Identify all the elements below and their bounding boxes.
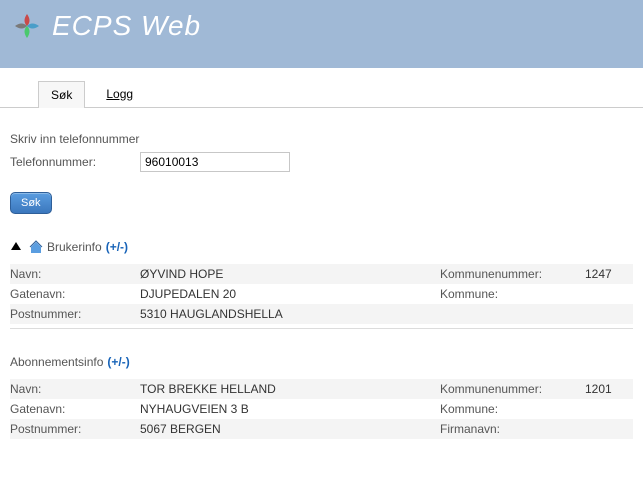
label: Postnummer: xyxy=(10,304,140,324)
label: Navn: xyxy=(10,379,140,399)
label: Firmanavn: xyxy=(440,419,585,439)
subscription-section-title: Abonnementsinfo xyxy=(10,355,103,369)
value: NYHAUGVEIEN 3 B xyxy=(140,399,440,419)
user-info-grid: Navn: ØYVIND HOPE Kommunenummer: 1247 Ga… xyxy=(10,264,633,324)
user-section-header: Brukerinfo (+/-) xyxy=(10,240,633,254)
section-divider xyxy=(10,328,633,329)
logo-icon xyxy=(12,11,42,41)
value: 1247 xyxy=(585,264,633,284)
house-icon xyxy=(29,240,43,254)
label: Kommunenummer: xyxy=(440,264,585,284)
subscription-section-header: Abonnementsinfo (+/-) xyxy=(10,355,633,369)
label: Kommune: xyxy=(440,399,585,419)
tab-bar: Søk Logg xyxy=(38,80,643,107)
tab-search[interactable]: Søk xyxy=(38,81,85,108)
subscription-toggle[interactable]: (+/-) xyxy=(107,355,129,369)
label: Navn: xyxy=(10,264,140,284)
label: Postnummer: xyxy=(10,419,140,439)
phone-label: Telefonnummer: xyxy=(10,155,130,169)
phone-row: Telefonnummer: xyxy=(10,152,633,172)
app-title: ECPS Web xyxy=(52,10,201,42)
value: 5310 HAUGLANDSHELLA xyxy=(140,304,440,324)
collapse-icon[interactable] xyxy=(10,241,22,254)
value: 1201 xyxy=(585,379,633,399)
label: Gatenavn: xyxy=(10,399,140,419)
user-section-title: Brukerinfo xyxy=(47,240,102,254)
value xyxy=(585,399,633,419)
main-content: Skriv inn telefonnummer Telefonnummer: S… xyxy=(0,108,643,439)
value: TOR BREKKE HELLAND xyxy=(140,379,440,399)
phone-input[interactable] xyxy=(140,152,290,172)
value: DJUPEDALEN 20 xyxy=(140,284,440,304)
value xyxy=(585,304,633,324)
value: ØYVIND HOPE xyxy=(140,264,440,284)
label: Kommunenummer: xyxy=(440,379,585,399)
form-caption: Skriv inn telefonnummer xyxy=(10,132,633,146)
app-header: ECPS Web xyxy=(0,0,643,68)
label: Kommune: xyxy=(440,284,585,304)
value: 5067 BERGEN xyxy=(140,419,440,439)
tab-log[interactable]: Logg xyxy=(93,80,146,107)
label: Gatenavn: xyxy=(10,284,140,304)
search-button[interactable]: Søk xyxy=(10,192,52,214)
value xyxy=(585,284,633,304)
label xyxy=(440,304,585,324)
subscription-info-grid: Navn: TOR BREKKE HELLAND Kommunenummer: … xyxy=(10,379,633,439)
value xyxy=(585,419,633,439)
user-toggle[interactable]: (+/-) xyxy=(106,240,128,254)
